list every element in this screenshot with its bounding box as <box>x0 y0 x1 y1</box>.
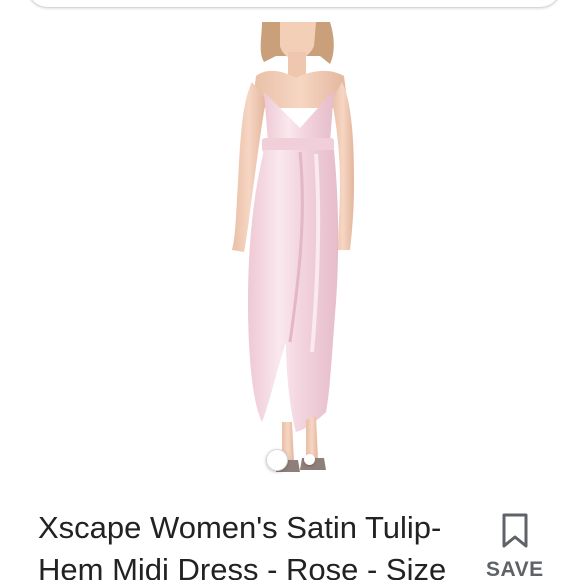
carousel-dot-active[interactable] <box>266 449 288 471</box>
product-image[interactable] <box>0 12 580 482</box>
save-label: SAVE <box>486 558 544 580</box>
image-carousel-dots <box>265 449 325 471</box>
product-photo <box>232 22 354 472</box>
carousel-dot[interactable] <box>304 454 315 465</box>
search-bar[interactable] <box>26 0 562 8</box>
product-title: Xscape Women's Satin Tulip-Hem Midi Dres… <box>38 510 447 580</box>
save-button[interactable]: SAVE <box>484 510 548 580</box>
bookmark-icon <box>502 513 528 548</box>
